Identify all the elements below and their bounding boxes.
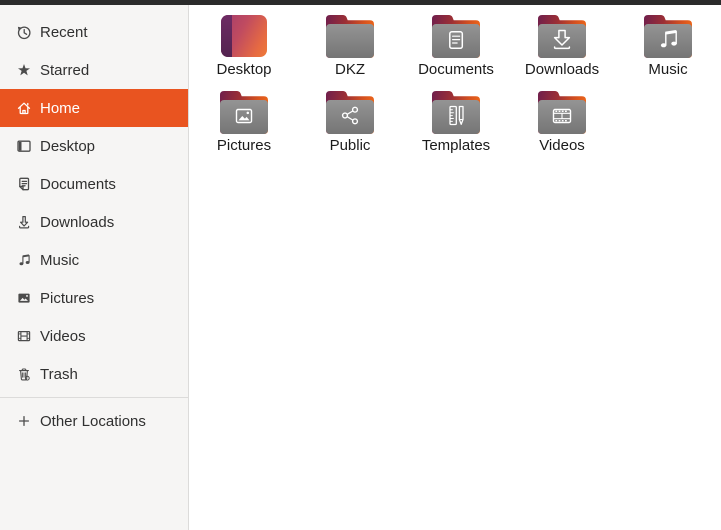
folder-icon bbox=[644, 14, 692, 58]
sidebar-item-music[interactable]: Music bbox=[0, 241, 188, 279]
folder-pictures[interactable]: Pictures bbox=[191, 90, 297, 155]
sidebar-item-recent[interactable]: Recent bbox=[0, 13, 188, 51]
sidebar-item-pictures[interactable]: Pictures bbox=[0, 279, 188, 317]
sidebar-item-documents[interactable]: Documents bbox=[0, 165, 188, 203]
sidebar-item-starred[interactable]: Starred bbox=[0, 51, 188, 89]
folder-label: Templates bbox=[421, 137, 491, 154]
folder-icon bbox=[538, 90, 586, 134]
folder-label: Music bbox=[648, 61, 688, 78]
sidebar-item-label: Trash bbox=[40, 365, 78, 383]
sidebar-item-home[interactable]: Home bbox=[0, 89, 188, 127]
sidebar-item-other-locations[interactable]: Other Locations bbox=[0, 402, 188, 440]
sidebar-item-desktop[interactable]: Desktop bbox=[0, 127, 188, 165]
star-icon bbox=[16, 62, 32, 78]
folder-label: Pictures bbox=[216, 137, 272, 154]
document-icon bbox=[16, 176, 32, 192]
sidebar-item-videos[interactable]: Videos bbox=[0, 317, 188, 355]
download-icon bbox=[16, 214, 32, 230]
sidebar-item-label: Starred bbox=[40, 61, 90, 79]
folder-downloads[interactable]: Downloads bbox=[509, 14, 615, 79]
folder-label: Public bbox=[329, 137, 371, 154]
sidebar-item-label: Desktop bbox=[40, 137, 96, 155]
picture-icon bbox=[16, 290, 32, 306]
folder-label: Desktop bbox=[216, 61, 272, 78]
music-icon bbox=[16, 252, 32, 268]
sidebar-item-label: Pictures bbox=[40, 289, 95, 307]
folder-label: Documents bbox=[418, 61, 494, 78]
folder-icon bbox=[538, 14, 586, 58]
recent-icon bbox=[16, 24, 32, 40]
folder-desktop[interactable]: Desktop bbox=[191, 14, 297, 79]
plus-icon bbox=[16, 413, 32, 429]
folder-label: Downloads bbox=[524, 61, 600, 78]
folder-public[interactable]: Public bbox=[297, 90, 403, 155]
desktop-icon bbox=[16, 138, 32, 154]
folder-icon bbox=[432, 90, 480, 134]
file-manager-window: Recent Starred Home Desktop Documents Do… bbox=[0, 0, 721, 530]
folder-music[interactable]: Music bbox=[615, 14, 721, 79]
sidebar-item-label: Recent bbox=[40, 23, 88, 41]
folder-icon bbox=[326, 14, 374, 58]
desktop-gradient-icon bbox=[220, 14, 268, 58]
folder-label: Videos bbox=[539, 137, 585, 154]
sidebar-item-label: Videos bbox=[40, 327, 86, 345]
folder-label: DKZ bbox=[335, 61, 365, 78]
folder-templates[interactable]: Templates bbox=[403, 90, 509, 155]
icon-grid: Desktop DKZ Documents Downloads Music Pi… bbox=[191, 14, 721, 166]
sidebar-item-trash[interactable]: Trash bbox=[0, 355, 188, 393]
trash-icon bbox=[16, 366, 32, 382]
folder-documents[interactable]: Documents bbox=[403, 14, 509, 79]
folder-icon bbox=[326, 90, 374, 134]
sidebar-separator bbox=[0, 397, 188, 398]
sidebar-item-label: Downloads bbox=[40, 213, 115, 231]
home-icon bbox=[16, 100, 32, 116]
sidebar-item-label: Other Locations bbox=[40, 412, 146, 430]
folder-view: Desktop DKZ Documents Downloads Music Pi… bbox=[189, 5, 721, 530]
sidebar-item-label: Music bbox=[40, 251, 80, 269]
folder-icon bbox=[432, 14, 480, 58]
sidebar-item-downloads[interactable]: Downloads bbox=[0, 203, 188, 241]
video-icon bbox=[16, 328, 32, 344]
sidebar-item-label: Documents bbox=[40, 175, 116, 193]
sidebar-item-label: Home bbox=[40, 99, 81, 117]
folder-videos[interactable]: Videos bbox=[509, 90, 615, 155]
folder-icon bbox=[220, 90, 268, 134]
folder-dkz[interactable]: DKZ bbox=[297, 14, 403, 79]
places-sidebar: Recent Starred Home Desktop Documents Do… bbox=[0, 5, 189, 530]
